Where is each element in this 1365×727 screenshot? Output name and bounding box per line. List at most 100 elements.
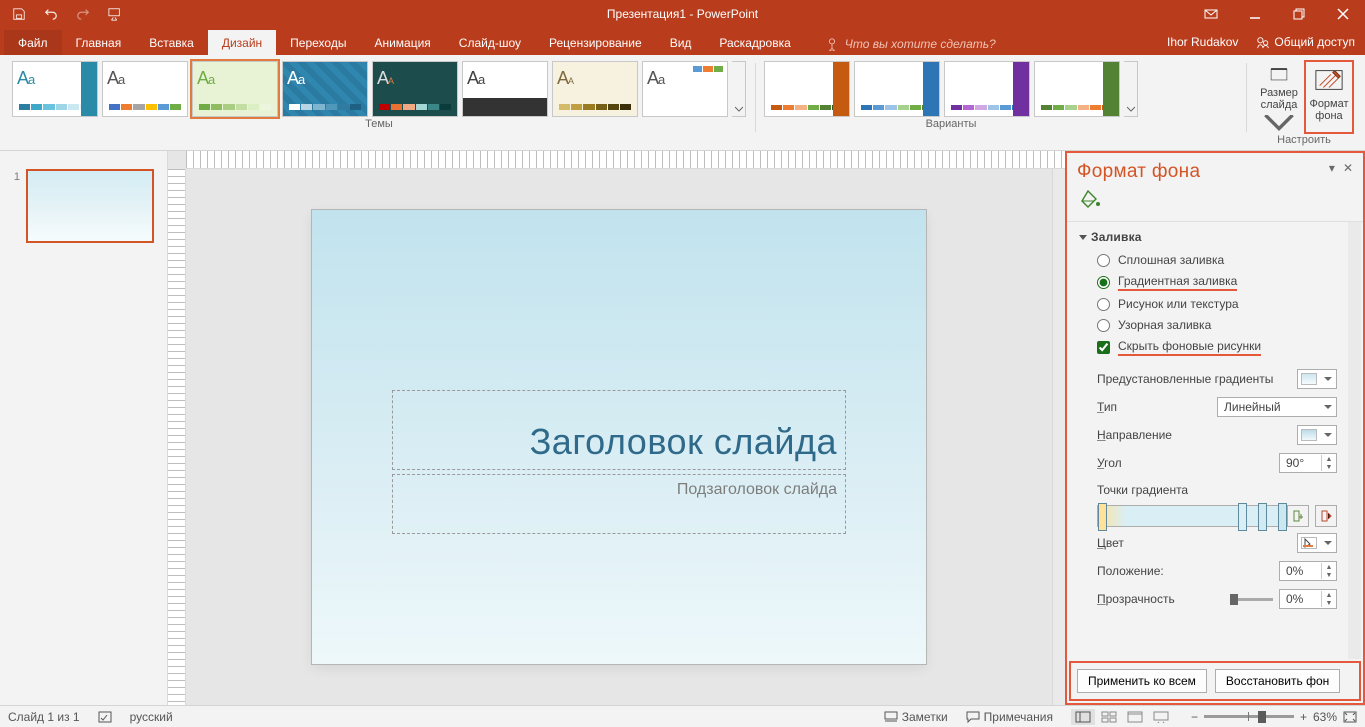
fill-opt-pattern[interactable]: Узорная заливка	[1079, 315, 1351, 336]
fill-opt-gradient[interactable]: Градиентная заливка	[1079, 271, 1351, 294]
panel-close-icon[interactable]: ✕	[1343, 161, 1353, 175]
tab-file[interactable]: Файл	[4, 30, 62, 55]
share-button[interactable]: Общий доступ	[1256, 35, 1355, 49]
tab-storyboard[interactable]: Раскадровка	[705, 30, 804, 55]
sorter-view-icon[interactable]	[1097, 709, 1121, 725]
gradient-stop[interactable]	[1098, 503, 1107, 531]
user-name[interactable]: Ihor Rudakov	[1167, 35, 1238, 49]
theme-item[interactable]: Aa	[552, 61, 638, 117]
gradient-color-combo[interactable]	[1297, 533, 1337, 553]
group-variants: Варианты	[758, 59, 1144, 150]
minimize-icon[interactable]	[1233, 0, 1277, 28]
variant-item[interactable]	[764, 61, 850, 117]
themes-gallery[interactable]: Aa Aa Aa Aa Aa Aa Aa Aa	[12, 59, 746, 117]
thumbnail-slot[interactable]: 1	[10, 169, 157, 243]
fill-opt-solid[interactable]: Сплошная заливка	[1079, 250, 1351, 271]
tell-me[interactable]: Что вы хотите сделать?	[825, 33, 996, 55]
format-background-button[interactable]: Формат фона	[1305, 61, 1353, 133]
zoom-value[interactable]: 63%	[1313, 710, 1337, 724]
fill-section-header[interactable]: Заливка	[1079, 226, 1351, 250]
tab-home[interactable]: Главная	[62, 30, 136, 55]
panel-category-row	[1067, 187, 1363, 221]
undo-icon[interactable]	[42, 5, 60, 23]
panel-footer: Применить ко всем Восстановить фон	[1069, 661, 1361, 701]
slide-counter[interactable]: Слайд 1 из 1	[8, 710, 80, 724]
slide-editor: Заголовок слайда Подзаголовок слайда	[168, 151, 1065, 705]
theme-item-selected[interactable]: Aa	[192, 61, 278, 117]
theme-item[interactable]: Aa	[462, 61, 548, 117]
hide-bg-graphics[interactable]: Скрыть фоновые рисунки	[1079, 336, 1351, 359]
reset-background-button[interactable]: Восстановить фон	[1215, 669, 1340, 693]
close-icon[interactable]	[1321, 0, 1365, 28]
variant-item[interactable]	[1034, 61, 1120, 117]
tab-transitions[interactable]: Переходы	[276, 30, 360, 55]
gallery-more-button[interactable]	[732, 61, 746, 117]
theme-item[interactable]: Aa	[12, 61, 98, 117]
zoom-controls: − + 63%	[1191, 710, 1357, 724]
zoom-out-button[interactable]: −	[1191, 710, 1198, 724]
tab-view[interactable]: Вид	[656, 30, 706, 55]
fill-category-icon[interactable]	[1077, 187, 1103, 213]
gradient-transparency-spin[interactable]: 0%▲▼	[1279, 589, 1337, 609]
gradient-direction-combo[interactable]	[1297, 425, 1337, 445]
tab-insert[interactable]: Вставка	[135, 30, 208, 55]
fit-to-window-icon[interactable]	[1343, 711, 1357, 723]
transparency-slider[interactable]	[1233, 598, 1273, 601]
language-indicator[interactable]: русский	[130, 710, 173, 724]
reading-view-icon[interactable]	[1123, 709, 1147, 725]
apply-to-all-button[interactable]: Применить ко всем	[1077, 669, 1207, 693]
theme-item[interactable]: Aa	[372, 61, 458, 117]
variants-gallery[interactable]	[764, 59, 1138, 117]
slide[interactable]: Заголовок слайда Подзаголовок слайда	[312, 210, 926, 664]
zoom-slider[interactable]	[1204, 715, 1294, 718]
tab-review[interactable]: Рецензирование	[535, 30, 656, 55]
gradient-stops-row	[1097, 505, 1337, 527]
vertical-ruler	[168, 169, 186, 705]
title-placeholder[interactable]: Заголовок слайда	[392, 390, 846, 470]
tab-animations[interactable]: Анимация	[360, 30, 444, 55]
gradient-stops-label: Точки градиента	[1079, 477, 1351, 501]
variant-item[interactable]	[854, 61, 940, 117]
start-slideshow-icon[interactable]	[106, 5, 124, 23]
ribbon-options-icon[interactable]	[1189, 0, 1233, 28]
subtitle-placeholder[interactable]: Подзаголовок слайда	[392, 474, 846, 534]
gradient-stop[interactable]	[1258, 503, 1267, 531]
save-icon[interactable]	[10, 5, 28, 23]
gradient-stop[interactable]	[1278, 503, 1287, 531]
gradient-type-row: ТТипип Линейный	[1079, 393, 1351, 421]
fill-opt-picture[interactable]: Рисунок или текстура	[1079, 294, 1351, 315]
theme-item[interactable]: Aa	[282, 61, 368, 117]
gradient-type-combo[interactable]: Линейный	[1217, 397, 1337, 417]
gradient-stop[interactable]	[1238, 503, 1247, 531]
gradient-stops-bar[interactable]	[1097, 505, 1281, 527]
add-stop-button[interactable]	[1287, 505, 1309, 527]
theme-item[interactable]: Aa	[642, 61, 728, 117]
vertical-scrollbar[interactable]	[1052, 169, 1065, 705]
variant-item[interactable]	[944, 61, 1030, 117]
gradient-angle-spin[interactable]: 90°▲▼	[1279, 453, 1337, 473]
variants-more-button[interactable]	[1124, 61, 1138, 117]
notes-button[interactable]: Заметки	[884, 710, 948, 724]
view-switcher	[1071, 709, 1173, 725]
slide-canvas[interactable]: Заголовок слайда Подзаголовок слайда	[186, 169, 1052, 705]
tab-design[interactable]: Дизайн	[208, 30, 276, 55]
thumbnail-card[interactable]	[26, 169, 154, 243]
slide-size-button[interactable]: Размер слайда	[1255, 61, 1303, 133]
spellcheck-icon[interactable]	[98, 710, 112, 724]
theme-item[interactable]: Aa	[102, 61, 188, 117]
gradient-position-spin[interactable]: 0%▲▼	[1279, 561, 1337, 581]
panel-menu-icon[interactable]: ▾	[1329, 161, 1335, 175]
normal-view-icon[interactable]	[1071, 709, 1095, 725]
tab-slideshow[interactable]: Слайд-шоу	[445, 30, 535, 55]
remove-stop-button[interactable]	[1315, 505, 1337, 527]
slides-thumbnails-pane[interactable]: 1	[0, 151, 168, 705]
restore-icon[interactable]	[1277, 0, 1321, 28]
comments-button[interactable]: Примечания	[966, 710, 1053, 724]
gradient-color-row: ЦветЦвет	[1079, 529, 1351, 557]
zoom-in-button[interactable]: +	[1300, 710, 1307, 724]
panel-title: Формат фона	[1077, 161, 1200, 183]
redo-icon[interactable]	[74, 5, 92, 23]
preset-gradients-combo[interactable]	[1297, 369, 1337, 389]
slideshow-view-icon[interactable]	[1149, 709, 1173, 725]
quick-access-toolbar	[0, 5, 124, 23]
